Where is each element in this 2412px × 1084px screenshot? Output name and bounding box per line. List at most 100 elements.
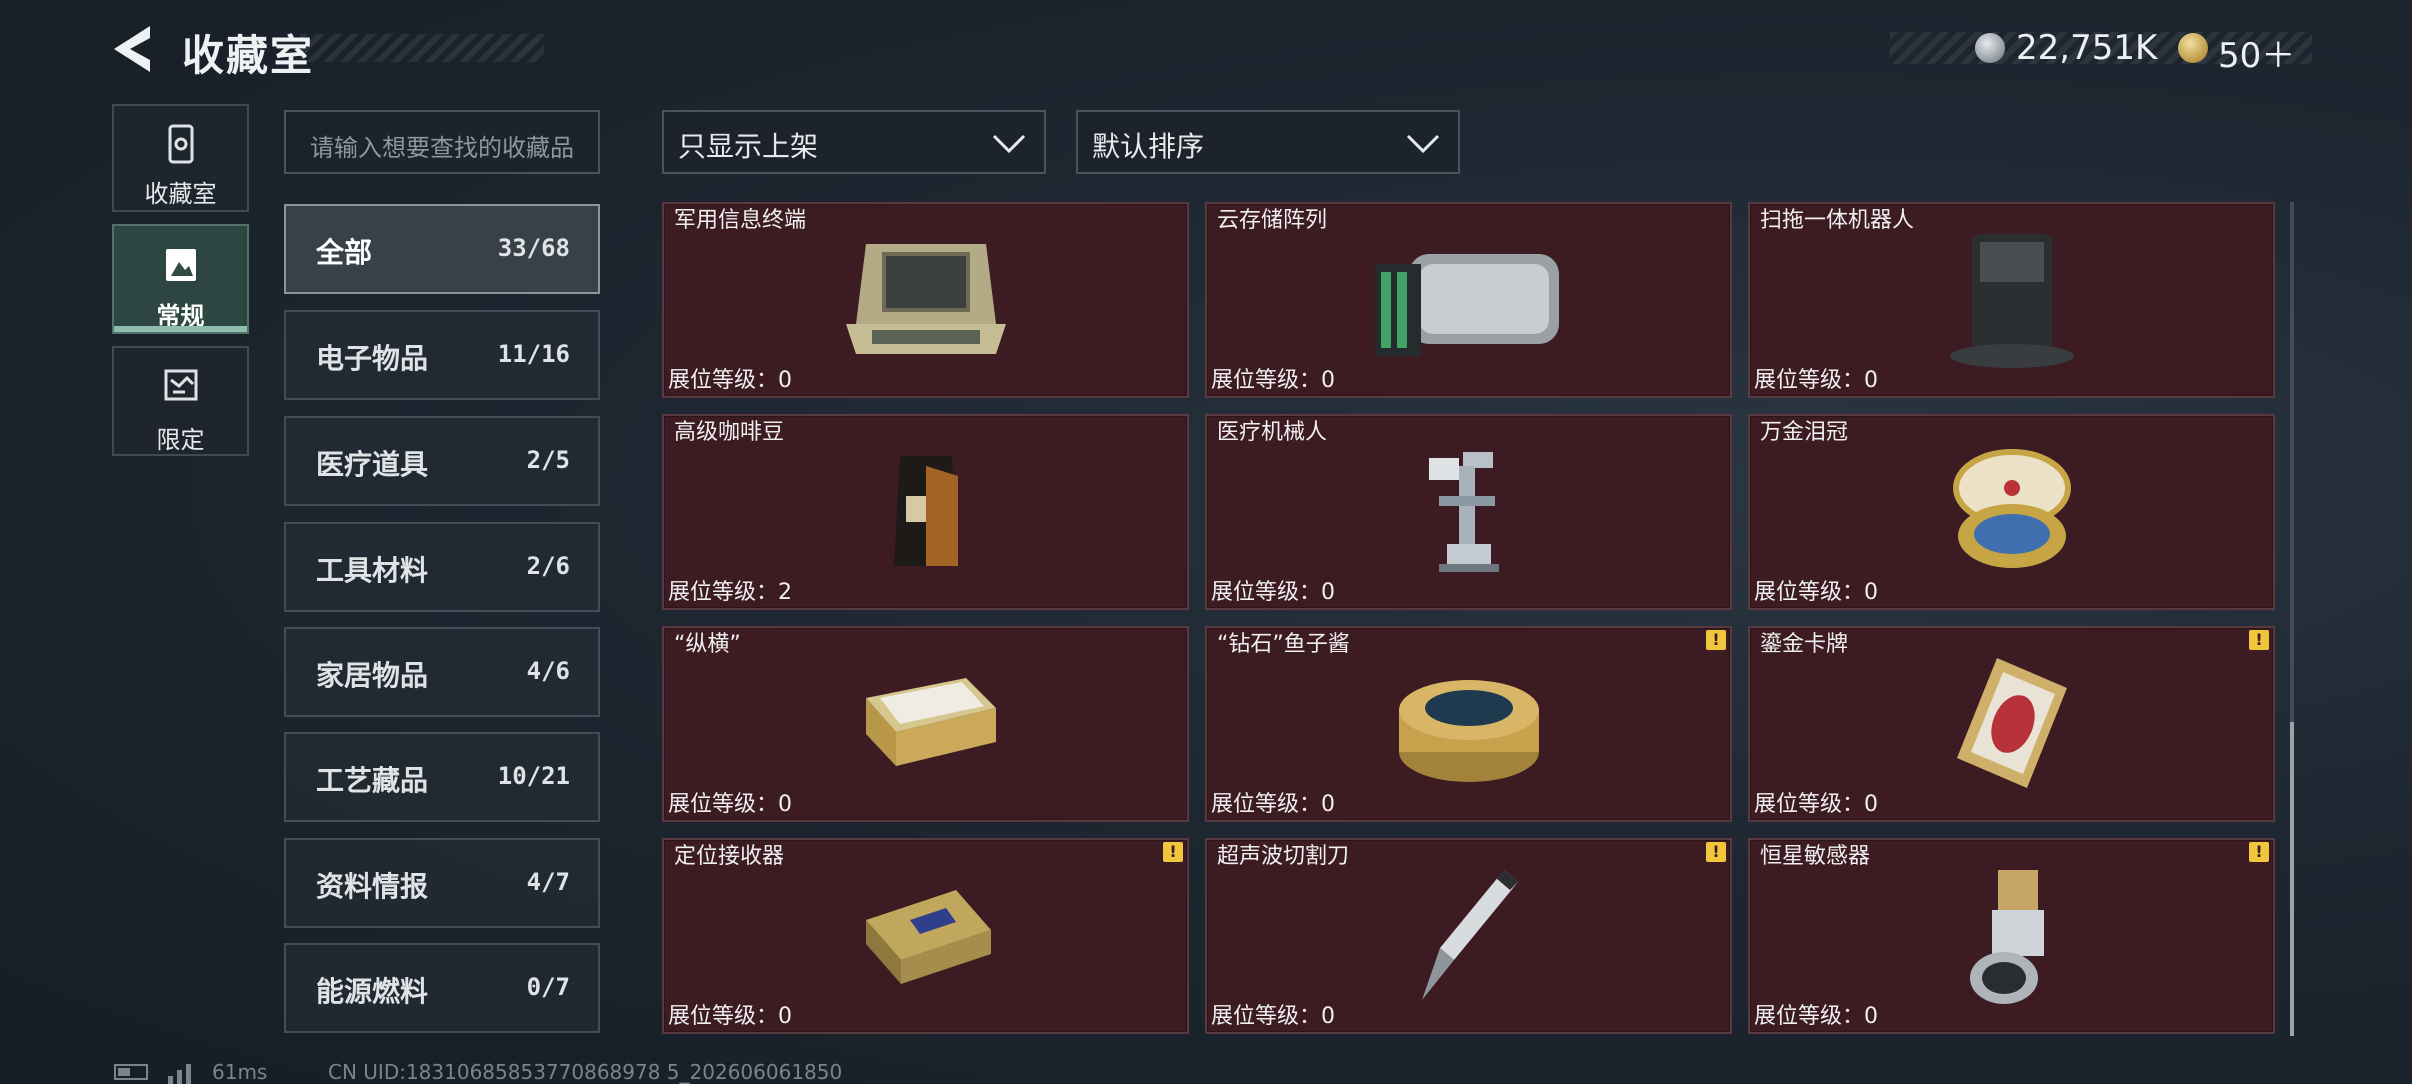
- collection-item-card[interactable]: 医疗机械人 展位等级：0: [1205, 414, 1732, 610]
- category-crafts[interactable]: 工艺藏品 10/21: [284, 732, 600, 822]
- category-count: 33/68: [497, 234, 570, 262]
- category-name: 电子物品: [316, 342, 429, 375]
- side-tab-collection-room[interactable]: 收藏室: [112, 104, 249, 212]
- item-level: 展位等级：0: [668, 1004, 792, 1029]
- item-level: 展位等级：2: [668, 580, 792, 605]
- category-name: 工具材料: [316, 554, 429, 587]
- item-level: 展位等级：0: [1754, 1004, 1878, 1029]
- item-name: “纵横”: [674, 632, 741, 657]
- photo-frame-icon: [165, 249, 196, 281]
- server-array-icon: [1374, 254, 1559, 356]
- category-name: 资料情报: [316, 870, 429, 903]
- back-arrow-icon[interactable]: [110, 24, 156, 74]
- category-energy[interactable]: 能源燃料 0/7: [284, 943, 600, 1033]
- collection-item-card[interactable]: 恒星敏感器 ! 展位等级：0: [1748, 838, 2275, 1034]
- side-tab-label: 收藏室: [144, 180, 217, 208]
- category-intel[interactable]: 资料情报 4/7: [284, 838, 600, 928]
- jeweled-egg-icon: [1952, 449, 2071, 568]
- category-tools[interactable]: 工具材料 2/6: [284, 522, 600, 612]
- robot-vacuum-station-icon: [1949, 234, 2074, 368]
- category-electronics[interactable]: 电子物品 11/16: [284, 310, 600, 400]
- category-count: 2/6: [526, 552, 570, 580]
- silver-currency-amount: 22,751K: [2016, 28, 2158, 68]
- collection-search-input[interactable]: 请输入想要查找的收藏品: [284, 110, 600, 174]
- warning-badge: !: [2249, 630, 2269, 650]
- category-name: 家居物品: [316, 659, 429, 692]
- chess-box-icon: [865, 678, 996, 766]
- gold-currency-amount[interactable]: 50＋: [2218, 28, 2295, 77]
- phone-icon: [168, 124, 193, 164]
- item-level: 展位等级：0: [1211, 1004, 1335, 1029]
- side-tab-label: 限定: [156, 426, 205, 454]
- item-level: 展位等级：0: [1211, 792, 1335, 817]
- star-sensor-icon: [1969, 870, 2044, 1004]
- title-decoration: [300, 34, 544, 62]
- rugged-laptop-case-icon: [845, 244, 1006, 354]
- item-name: 鎏金卡牌: [1760, 632, 1849, 657]
- chevron-down-icon: [992, 134, 1026, 154]
- category-count: 10/21: [497, 762, 570, 790]
- category-name: 医疗道具: [316, 448, 429, 481]
- item-name: 定位接收器: [674, 844, 785, 869]
- item-level: 展位等级：0: [1754, 792, 1878, 817]
- grid-scrollbar[interactable]: [2290, 202, 2294, 1036]
- gilded-card-icon: [1956, 658, 2067, 788]
- sort-dropdown[interactable]: 默认排序: [1076, 110, 1460, 174]
- item-name: 万金泪冠: [1760, 420, 1849, 445]
- warning-badge: !: [1706, 842, 1726, 862]
- warning-badge: !: [2249, 842, 2269, 862]
- user-uid: CN UID:18310685853770868978 5_2026060618…: [328, 1060, 843, 1084]
- item-level: 展位等级：0: [1211, 368, 1335, 393]
- item-level: 展位等级：0: [1754, 368, 1878, 393]
- category-medical[interactable]: 医疗道具 2/5: [284, 416, 600, 506]
- category-name: 工艺藏品: [316, 764, 429, 797]
- search-placeholder: 请输入想要查找的收藏品: [310, 134, 574, 162]
- category-count: 11/16: [497, 340, 570, 368]
- item-name: 医疗机械人: [1217, 420, 1328, 445]
- collection-item-card[interactable]: 军用信息终端 展位等级：0: [662, 202, 1189, 398]
- item-level: 展位等级：0: [1211, 580, 1335, 605]
- item-name: 云存储阵列: [1217, 208, 1328, 233]
- warning-badge: !: [1163, 842, 1183, 862]
- side-tab-regular[interactable]: 常规: [112, 224, 249, 334]
- category-count: 4/7: [526, 868, 570, 896]
- coffee-bag-icon: [893, 456, 958, 566]
- scrollbar-thumb[interactable]: [2290, 722, 2294, 1036]
- display-filter-value: 只显示上架: [678, 130, 819, 163]
- collection-item-card[interactable]: 超声波切割刀 ! 展位等级：0: [1205, 838, 1732, 1034]
- item-name: 超声波切割刀: [1217, 844, 1350, 869]
- collection-item-card[interactable]: 高级咖啡豆 展位等级：2: [662, 414, 1189, 610]
- chevron-down-icon: [1406, 134, 1440, 154]
- collection-item-card[interactable]: 扫拖一体机器人 展位等级：0: [1748, 202, 2275, 398]
- category-name: 能源燃料: [316, 975, 429, 1008]
- ping-readout: 61ms: [212, 1060, 268, 1084]
- collection-item-card[interactable]: 鎏金卡牌 ! 展位等级：0: [1748, 626, 2275, 822]
- collection-item-card[interactable]: “钻石”鱼子酱 ! 展位等级：0: [1205, 626, 1732, 822]
- medical-robot-icon: [1428, 452, 1499, 572]
- gps-receiver-icon: [865, 890, 991, 984]
- item-name: 军用信息终端: [674, 208, 807, 233]
- category-name: 全部: [316, 236, 373, 269]
- collection-item-card[interactable]: 定位接收器 ! 展位等级：0: [662, 838, 1189, 1034]
- collection-item-card[interactable]: 云存储阵列 展位等级：0: [1205, 202, 1732, 398]
- collection-grid: 军用信息终端 展位等级：0 云存储阵列 展位等级：0 扫拖一体机器人 展位等级：…: [660, 202, 2275, 1036]
- silver-coin-icon: [1975, 33, 2005, 63]
- category-all[interactable]: 全部 33/68: [284, 204, 600, 294]
- item-name: 高级咖啡豆: [674, 420, 785, 445]
- gold-coin-icon: [2178, 33, 2208, 63]
- item-name: “钻石”鱼子酱: [1217, 632, 1350, 657]
- side-tab-limited[interactable]: 限定: [112, 346, 249, 456]
- caviar-tin-icon: [1398, 680, 1539, 782]
- page-title: 收藏室: [182, 31, 315, 80]
- display-filter-dropdown[interactable]: 只显示上架: [662, 110, 1046, 174]
- active-tab-indicator: [114, 326, 247, 332]
- signal-icon: [168, 1064, 191, 1084]
- item-name: 恒星敏感器: [1760, 844, 1871, 869]
- category-home[interactable]: 家居物品 4/6: [284, 627, 600, 717]
- collection-item-card[interactable]: “纵横” 展位等级：0: [662, 626, 1189, 822]
- category-count: 4/6: [526, 657, 570, 685]
- category-count: 2/5: [526, 446, 570, 474]
- item-name: 扫拖一体机器人: [1760, 208, 1915, 233]
- collection-item-card[interactable]: 万金泪冠 展位等级：0: [1748, 414, 2275, 610]
- battery-icon: [114, 1064, 148, 1080]
